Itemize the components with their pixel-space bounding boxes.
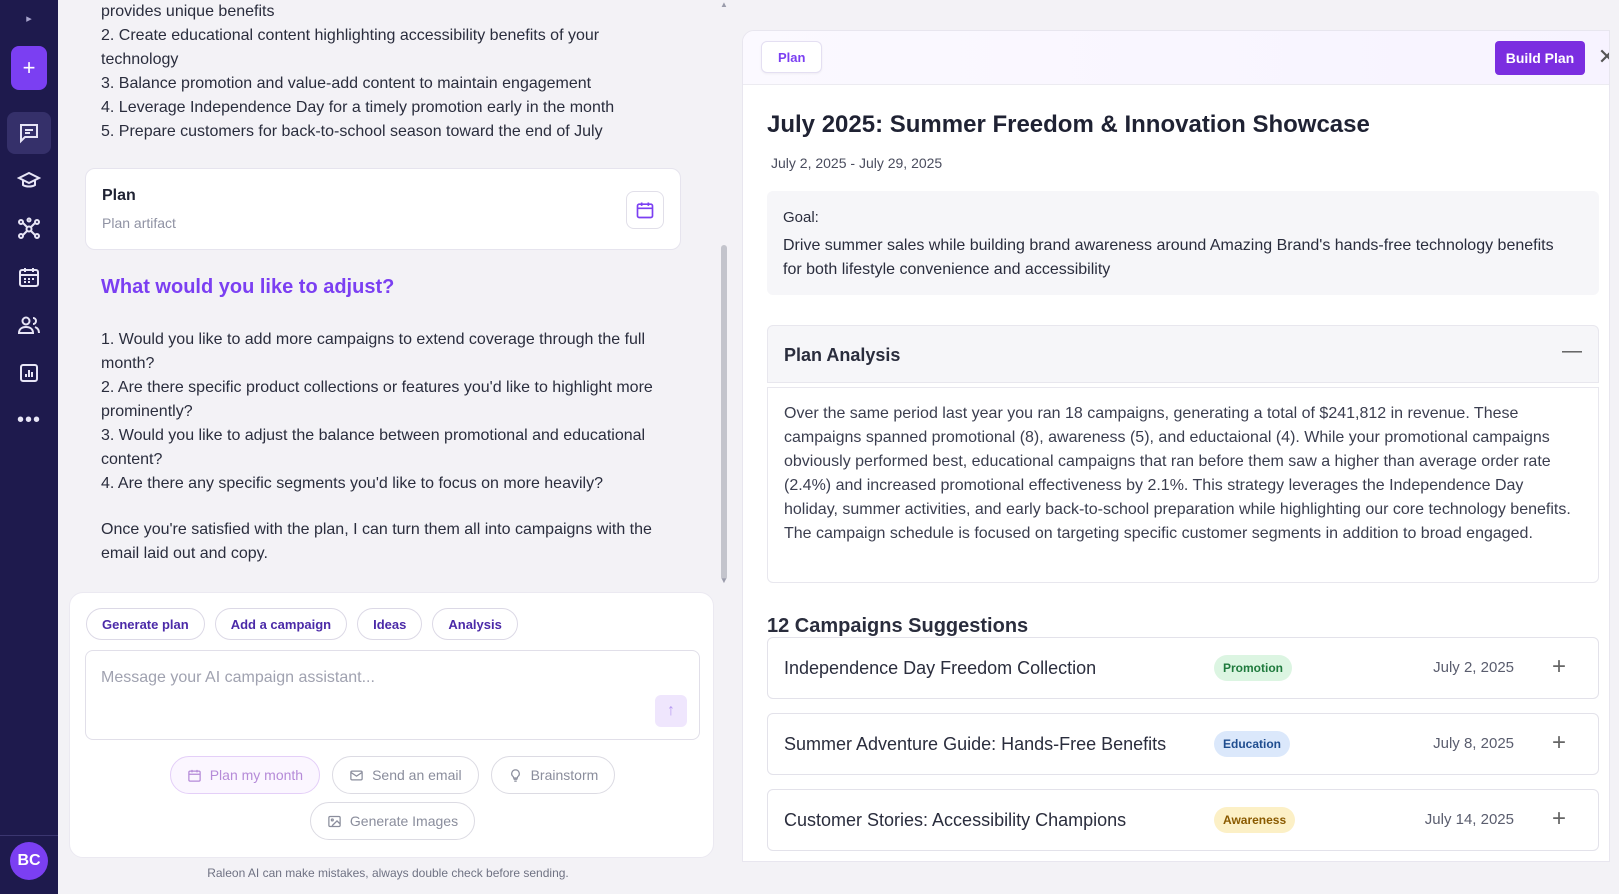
add-icon[interactable]: + — [1552, 729, 1574, 757]
plan-card-subtitle: Plan artifact — [102, 215, 176, 231]
sidebar: ▸ + ••• BC — [0, 0, 58, 894]
plan-panel: Plan Build Plan ✕ July 2025: Summer Free… — [742, 30, 1610, 862]
chip-ideas[interactable]: Ideas — [357, 608, 423, 640]
graduation-cap-icon — [17, 171, 41, 188]
plan-my-month-button[interactable]: Plan my month — [169, 756, 321, 794]
quick-actions: Plan my month Send an email Brainstorm — [70, 756, 715, 794]
generate-images-label: Generate Images — [349, 813, 459, 829]
lightbulb-icon — [510, 768, 520, 782]
list-item: 2. Create educational content highlighti… — [101, 27, 600, 68]
disclaimer: Raleon AI can make mistakes, always doub… — [207, 866, 569, 880]
chip-analysis[interactable]: Analysis — [432, 608, 518, 640]
image-icon — [328, 815, 341, 827]
quick-actions-row-2: Generate Images — [70, 802, 715, 840]
plan-my-month-label: Plan my month — [209, 767, 304, 783]
message-composer: Generate plan Add a campaign Ideas Analy… — [69, 592, 714, 858]
calendar-icon — [636, 202, 654, 219]
brainstorm-button[interactable]: Brainstorm — [490, 756, 616, 794]
plan-analysis-header[interactable]: Plan Analysis — — [767, 325, 1599, 383]
plan-card-title: Plan — [102, 187, 136, 204]
chat-scrollbar[interactable] — [721, 245, 727, 580]
goal-text: Drive summer sales while building brand … — [783, 237, 1554, 278]
campaign-row[interactable]: Customer Stories: Accessibility Champion… — [767, 789, 1599, 851]
list-item: 3. Balance promotion and value-add conte… — [101, 75, 592, 92]
adjust-question-list: 1. Would you like to add more campaigns … — [101, 328, 671, 496]
campaign-name: Customer Stories: Accessibility Champion… — [784, 810, 1127, 830]
chip-add-campaign[interactable]: Add a campaign — [214, 608, 348, 640]
sidebar-item-calendar[interactable] — [7, 256, 51, 298]
arrow-up-icon: ↑ — [667, 702, 675, 719]
campaigns-title: 12 Campaigns Suggestions — [767, 615, 1029, 637]
plan-analysis-text: Over the same period last year you ran 1… — [784, 405, 1571, 542]
list-item: 3. Would you like to adjust the balance … — [101, 427, 646, 468]
campaign-date: July 2, 2025 — [1433, 659, 1514, 676]
plan-analysis-title: Plan Analysis — [784, 345, 901, 365]
goal-label: Goal: — [783, 209, 819, 226]
add-icon[interactable]: + — [1552, 805, 1574, 833]
tab-plan[interactable]: Plan — [761, 41, 823, 73]
brainstorm-label: Brainstorm — [530, 767, 599, 783]
list-item: 5. Prepare customers for back-to-school … — [101, 123, 603, 140]
campaign-name: Independence Day Freedom Collection — [784, 658, 1097, 678]
sidebar-item-network[interactable] — [7, 208, 51, 250]
list-item: 4. Are there any specific segments you'd… — [101, 475, 603, 492]
close-icon[interactable]: ✕ — [1595, 43, 1609, 71]
list-item: 4. Leverage Independence Day for a timel… — [101, 99, 615, 116]
campaign-tag: Awareness — [1214, 807, 1296, 833]
scroll-down-icon[interactable]: ▼ — [719, 576, 729, 586]
list-item: 2. Are there specific product collection… — [101, 379, 653, 420]
message-box[interactable]: ↑ — [85, 650, 700, 740]
list-item: provides unique benefits — [101, 3, 275, 20]
send-button[interactable]: ↑ — [655, 695, 687, 727]
assistant-message-list: provides unique benefits 2. Create educa… — [101, 0, 671, 144]
chevron-right-icon[interactable]: ▸ — [19, 8, 39, 28]
generate-images-button[interactable]: Generate Images — [309, 802, 476, 840]
page-title: July 2025: Summer Freedom & Innovation S… — [767, 111, 1370, 138]
network-icon — [18, 217, 40, 239]
adjust-heading: What would you like to adjust? — [101, 276, 395, 298]
campaign-row[interactable]: Independence Day Freedom Collection Prom… — [767, 637, 1599, 699]
closing-message: Once you're satisfied with the plan, I c… — [101, 521, 652, 562]
sidebar-item-users[interactable] — [7, 304, 51, 346]
campaign-name: Summer Adventure Guide: Hands-Free Benef… — [784, 734, 1167, 754]
chip-generate-plan[interactable]: Generate plan — [86, 608, 205, 640]
calendar-icon — [187, 769, 201, 782]
panel-header: Plan Build Plan ✕ — [743, 31, 1609, 85]
open-plan-button[interactable] — [626, 191, 664, 229]
sidebar-item-reports[interactable] — [7, 352, 51, 394]
plan-analysis-body: Over the same period last year you ran 1… — [767, 387, 1599, 583]
collapse-icon[interactable]: — — [1562, 340, 1582, 364]
chat-icon — [20, 124, 38, 144]
campaign-tag: Education — [1214, 731, 1291, 757]
suggestion-chips: Generate plan Add a campaign Ideas Analy… — [86, 608, 518, 640]
send-email-label: Send an email — [372, 767, 462, 783]
build-plan-button[interactable]: Build Plan — [1495, 41, 1585, 75]
goal-box: Goal: Drive summer sales while building … — [767, 191, 1599, 295]
campaign-tag: Promotion — [1214, 655, 1292, 681]
new-chat-button[interactable]: + — [11, 46, 47, 90]
send-email-button[interactable]: Send an email — [332, 756, 479, 794]
avatar[interactable]: BC — [10, 842, 48, 880]
campaign-date: July 8, 2025 — [1433, 735, 1514, 752]
plan-date-range: July 2, 2025 - July 29, 2025 — [771, 155, 943, 171]
users-icon — [17, 316, 40, 334]
calendar-icon — [19, 268, 39, 287]
plan-artifact-card[interactable]: Plan Plan artifact — [85, 168, 681, 250]
message-input[interactable] — [101, 669, 661, 687]
sidebar-item-chat[interactable] — [7, 112, 51, 154]
campaign-date: July 14, 2025 — [1424, 811, 1514, 828]
sidebar-item-learn[interactable] — [7, 160, 51, 202]
chat-area: provides unique benefits 2. Create educa… — [58, 0, 728, 894]
campaign-row[interactable]: Summer Adventure Guide: Hands-Free Benef… — [767, 713, 1599, 775]
chat-messages: provides unique benefits 2. Create educa… — [58, 0, 718, 590]
report-icon — [20, 364, 38, 382]
scroll-up-icon[interactable]: ▲ — [719, 0, 729, 10]
add-icon[interactable]: + — [1552, 653, 1574, 681]
mail-icon — [350, 770, 363, 780]
sidebar-divider — [0, 835, 58, 836]
list-item: 1. Would you like to add more campaigns … — [101, 331, 646, 372]
more-icon[interactable]: ••• — [7, 400, 51, 440]
